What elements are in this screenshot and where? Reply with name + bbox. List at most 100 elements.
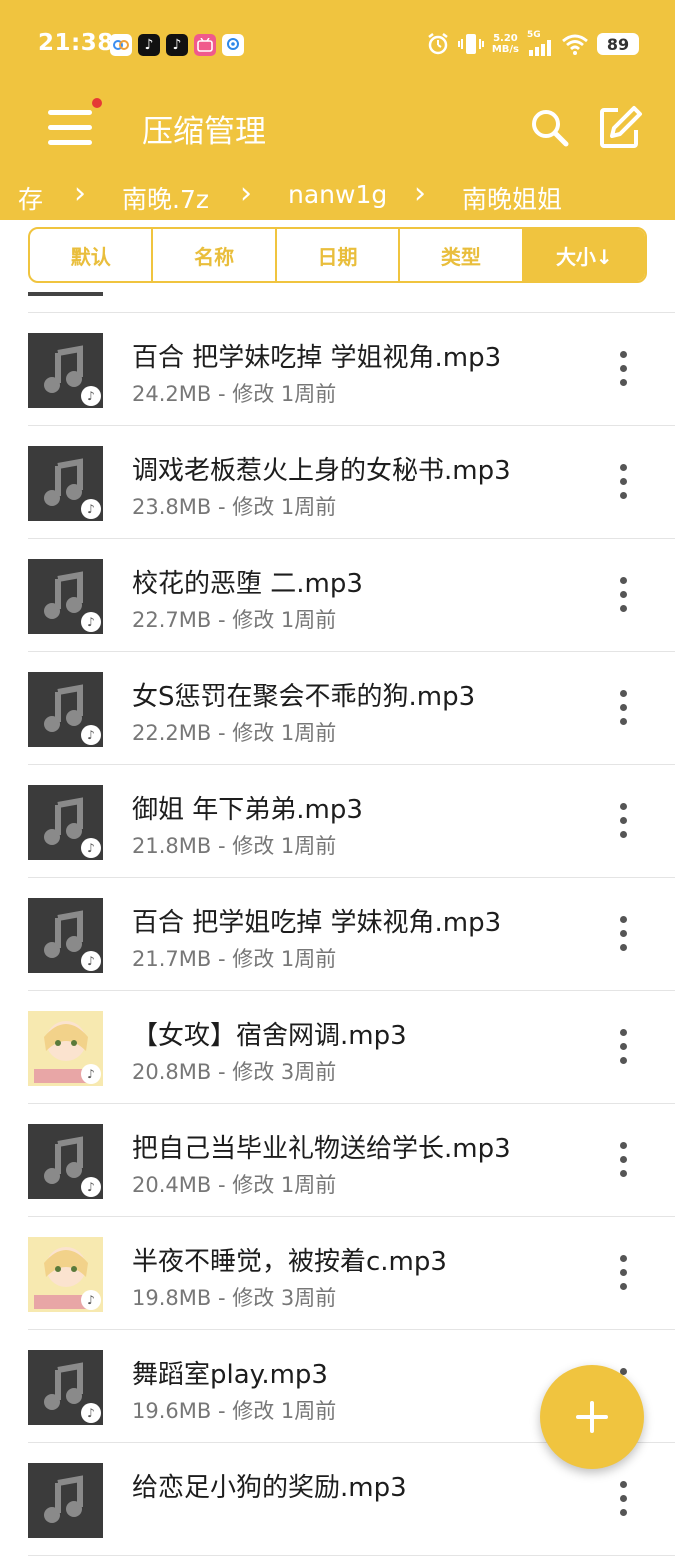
- music-icon: ♪: [28, 446, 103, 521]
- breadcrumb-item[interactable]: 存: [18, 180, 43, 216]
- sort-tab-name[interactable]: 名称: [153, 229, 277, 281]
- chevron-right-icon: ›: [414, 176, 426, 211]
- audio-badge-icon: ♪: [81, 612, 101, 632]
- file-name: 【女攻】宿舍网调.mp3: [132, 1021, 407, 1051]
- list-item[interactable]: ♪ 调戏老板惹火上身的女秘书.mp3 23.8MB - 修改 1周前: [28, 426, 675, 539]
- chevron-right-icon: ›: [240, 176, 252, 211]
- add-button[interactable]: [540, 1365, 644, 1469]
- status-indicators: 5.20 MB/s 5G 89: [426, 30, 639, 56]
- sort-tab-type[interactable]: 类型: [400, 229, 524, 281]
- file-meta: 19.6MB - 修改 1周前: [132, 1399, 337, 1423]
- status-time: 21:38: [38, 30, 114, 56]
- audio-badge-icon: ♪: [81, 1290, 101, 1310]
- file-meta: 22.7MB - 修改 1周前: [132, 608, 337, 632]
- breadcrumb: 存 › 南晚.7z › nanw1g › 南晚姐姐: [0, 176, 675, 220]
- file-meta: 21.7MB - 修改 1周前: [132, 947, 337, 971]
- file-name: 御姐 年下弟弟.mp3: [132, 795, 363, 825]
- tiktok-icon: ♪: [166, 34, 188, 56]
- breadcrumb-item-current[interactable]: 南晚姐姐: [462, 180, 562, 216]
- file-meta: 19.8MB - 修改 3周前: [132, 1286, 337, 1310]
- menu-icon-bar: [48, 125, 92, 130]
- list-item[interactable]: ♪ 【女攻】宿舍网调.mp3 20.8MB - 修改 3周前: [28, 991, 675, 1104]
- search-icon: [532, 110, 569, 147]
- file-name: 把自己当毕业礼物送给学长.mp3: [132, 1134, 511, 1164]
- music-icon: ♪: [28, 672, 103, 747]
- list-item[interactable]: ♪ 百合 把学妹吃掉 学姐视角.mp3 24.2MB - 修改 1周前: [28, 313, 675, 426]
- audio-badge-icon: ♪: [81, 838, 101, 858]
- sort-tabs: 默认 名称 日期 类型 大小↓: [28, 227, 647, 283]
- list-item[interactable]: ♪ 把自己当毕业礼物送给学长.mp3 20.4MB - 修改 1周前: [28, 1104, 675, 1217]
- more-options-button[interactable]: [616, 1142, 630, 1184]
- chevron-right-icon: ›: [74, 176, 86, 211]
- file-meta: 20.8MB - 修改 3周前: [132, 1060, 337, 1084]
- menu-icon: [48, 110, 92, 115]
- audio-badge-icon: ♪: [81, 951, 101, 971]
- album-cover-image: ♪: [28, 1011, 103, 1086]
- net-speed: 5.20 MB/s: [491, 33, 519, 55]
- audio-badge-icon: ♪: [81, 499, 101, 519]
- more-options-button[interactable]: [616, 916, 630, 958]
- location-icon: [222, 34, 244, 56]
- file-name: 调戏老板惹火上身的女秘书.mp3: [132, 456, 511, 486]
- more-options-button[interactable]: [616, 803, 630, 845]
- file-name: 百合 把学姐吃掉 学妹视角.mp3: [132, 908, 502, 938]
- list-item[interactable]: ♪ 半夜不睡觉，被按着c.mp3 19.8MB - 修改 3周前: [28, 1217, 675, 1330]
- file-name: 女S惩罚在聚会不乖的狗.mp3: [132, 682, 476, 712]
- file-meta: 23.8MB - 修改 1周前: [132, 495, 337, 519]
- file-meta: 21.8MB - 修改 1周前: [132, 834, 337, 858]
- music-icon: ♪: [28, 333, 103, 408]
- album-cover-image: ♪: [28, 1237, 103, 1312]
- baidu-netdisk-icon: [110, 34, 132, 56]
- breadcrumb-item[interactable]: 南晚.7z: [122, 180, 209, 216]
- wifi-icon: [562, 34, 588, 55]
- audio-badge-icon: ♪: [81, 1177, 101, 1197]
- sort-tab-default[interactable]: 默认: [30, 229, 154, 281]
- edit-button[interactable]: [596, 104, 644, 152]
- audio-badge-icon: ♪: [81, 386, 101, 406]
- battery-indicator: 89: [597, 33, 639, 55]
- more-options-button[interactable]: [616, 1255, 630, 1297]
- music-icon: ♪: [28, 898, 103, 973]
- file-meta: 24.2MB - 修改 1周前: [132, 382, 337, 406]
- notification-dot: [92, 98, 102, 108]
- file-name: 半夜不睡觉，被按着c.mp3: [132, 1247, 447, 1277]
- search-button[interactable]: [526, 104, 574, 152]
- list-item[interactable]: ♪ 女S惩罚在聚会不乖的狗.mp3 22.2MB - 修改 1周前: [28, 652, 675, 765]
- audio-badge-icon: ♪: [81, 1064, 101, 1084]
- file-name: 百合 把学妹吃掉 学姐视角.mp3: [132, 343, 502, 373]
- more-options-button[interactable]: [616, 464, 630, 506]
- menu-button[interactable]: [46, 98, 102, 152]
- list-item-partial: [28, 292, 103, 296]
- breadcrumb-item[interactable]: nanw1g: [288, 180, 387, 209]
- app-toolbar: 压缩管理: [0, 88, 675, 168]
- bilibili-icon: [194, 34, 216, 56]
- audio-badge-icon: ♪: [81, 725, 101, 745]
- sort-tab-date[interactable]: 日期: [277, 229, 401, 281]
- music-icon: ♪: [28, 1350, 103, 1425]
- alarm-icon: [428, 33, 448, 55]
- page-title: 压缩管理: [142, 114, 266, 150]
- plus-icon: [576, 1401, 608, 1433]
- edit-icon: [600, 106, 642, 148]
- file-meta: 20.4MB - 修改 1周前: [132, 1173, 337, 1197]
- music-icon: ♪: [28, 1124, 103, 1199]
- sort-tab-size[interactable]: 大小↓: [523, 229, 645, 281]
- notification-icons: ♪ ♪: [110, 34, 244, 56]
- more-options-button[interactable]: [616, 690, 630, 732]
- audio-badge-icon: ♪: [81, 1403, 101, 1423]
- vibrate-icon: [457, 34, 484, 54]
- file-name: 舞蹈室play.mp3: [132, 1360, 328, 1390]
- music-icon: [28, 1463, 103, 1538]
- list-item[interactable]: ♪ 百合 把学姐吃掉 学妹视角.mp3 21.7MB - 修改 1周前: [28, 878, 675, 991]
- cell-signal-icon: 5G: [527, 30, 553, 56]
- file-name: 校花的恶堕 二.mp3: [132, 569, 363, 599]
- tiktok-icon: ♪: [138, 34, 160, 56]
- list-item[interactable]: ♪ 御姐 年下弟弟.mp3 21.8MB - 修改 1周前: [28, 765, 675, 878]
- more-options-button[interactable]: [616, 1029, 630, 1071]
- more-options-button[interactable]: [616, 1481, 630, 1523]
- file-name: 给恋足小狗的奖励.mp3: [132, 1473, 407, 1503]
- file-meta: 22.2MB - 修改 1周前: [132, 721, 337, 745]
- more-options-button[interactable]: [616, 577, 630, 619]
- more-options-button[interactable]: [616, 351, 630, 393]
- list-item[interactable]: ♪ 校花的恶堕 二.mp3 22.7MB - 修改 1周前: [28, 539, 675, 652]
